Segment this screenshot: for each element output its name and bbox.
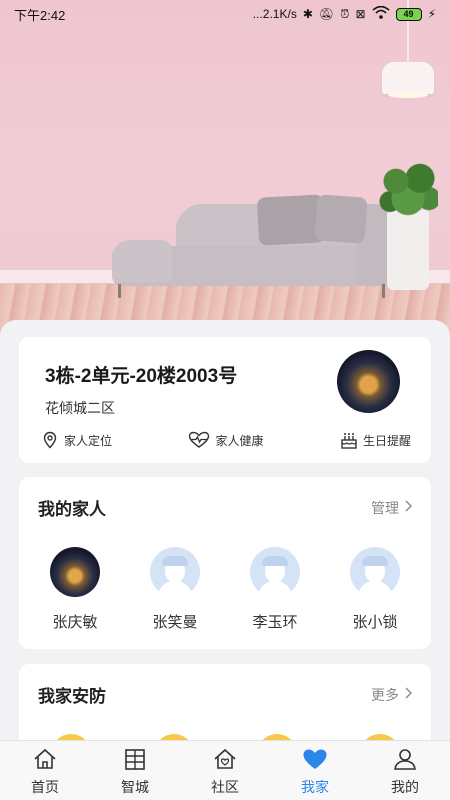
my-family-card: 我的家人 管理 张庆敏 张笑曼 李玉环 张小锁: [19, 477, 431, 649]
heart-icon: [302, 748, 328, 774]
nav-community[interactable]: 社区: [180, 741, 270, 800]
family-health-label: 家人健康: [215, 433, 264, 448]
location-pin-icon: [41, 431, 59, 449]
chevron-right-icon: [405, 687, 412, 703]
no-sim-icon: ⊠: [355, 7, 366, 21]
home-avatar[interactable]: [337, 350, 400, 413]
family-title: 我的家人: [38, 500, 106, 520]
community-house-icon: [213, 748, 237, 774]
nav-label: 社区: [211, 780, 239, 796]
birthday-cake-icon: [340, 431, 358, 449]
lamp-glow: [388, 92, 428, 98]
hero-banner-image: [0, 0, 450, 340]
mute-bell-icon: 🔕︎: [318, 7, 335, 21]
status-time: 下午2:42: [14, 7, 66, 23]
plant-leaves: [378, 158, 438, 216]
wifi-icon: [372, 5, 390, 22]
nav-smart-city[interactable]: 智城: [90, 741, 180, 800]
person-icon: [393, 748, 417, 774]
family-member[interactable]: 李玉环: [225, 547, 325, 632]
bottom-nav: 首页 智城 社区 我家 我的: [0, 740, 450, 800]
community-name: 花倾城二区: [45, 401, 115, 417]
nav-label: 我家: [301, 780, 329, 796]
family-health-button[interactable]: 家人健康: [188, 431, 264, 449]
city-building-icon: [123, 748, 147, 774]
default-avatar-icon: [250, 547, 300, 597]
family-location-label: 家人定位: [64, 433, 113, 448]
manage-label: 管理: [371, 500, 399, 517]
security-header: 我家安防 更多: [38, 682, 412, 707]
nav-home[interactable]: 首页: [0, 741, 90, 800]
battery-icon: 49: [395, 7, 422, 21]
alarm-clock-icon: ⏰︎: [340, 6, 350, 21]
status-icons: ...2.1K/s ✱ 🔕︎ ⏰︎ ⊠ 49 ⚡︎: [252, 5, 436, 22]
home-address-card[interactable]: 3栋-2单元-20楼2003号 花倾城二区 家人定位 家人健康 生日提醒: [19, 337, 431, 463]
birthday-reminder-label: 生日提醒: [362, 433, 411, 448]
member-avatar: [50, 547, 100, 597]
nav-my-home[interactable]: 我家: [270, 741, 360, 800]
nav-label: 智城: [121, 780, 149, 796]
nav-profile[interactable]: 我的: [360, 741, 450, 800]
family-member[interactable]: 张笑曼: [125, 547, 225, 632]
heart-pulse-icon: [188, 431, 210, 449]
status-bar: 下午2:42 ...2.1K/s ✱ 🔕︎ ⏰︎ ⊠ 49 ⚡︎: [0, 0, 450, 28]
birthday-reminder-button[interactable]: 生日提醒: [340, 431, 411, 449]
plant-pot: [387, 210, 429, 290]
nav-label: 首页: [31, 780, 59, 796]
manage-family-link[interactable]: 管理: [371, 498, 412, 518]
member-name: 张庆敏: [52, 613, 98, 631]
home-address: 3栋-2单元-20楼2003号: [45, 366, 238, 387]
security-more-link[interactable]: 更多: [371, 685, 412, 705]
member-name: 李玉环: [252, 613, 298, 631]
default-avatar-icon: [150, 547, 200, 597]
charging-icon: ⚡︎: [427, 7, 436, 21]
sofa-arm-left: [112, 240, 172, 282]
pendant-lamp: [382, 62, 434, 94]
family-member[interactable]: 张庆敏: [25, 547, 125, 632]
family-members: 张庆敏 张笑曼 李玉环 张小锁: [25, 547, 425, 632]
family-member[interactable]: 张小锁: [325, 547, 425, 632]
home-icon: [33, 748, 57, 774]
nav-label: 我的: [391, 780, 419, 796]
family-location-button[interactable]: 家人定位: [41, 431, 112, 449]
sofa-leg: [118, 284, 121, 298]
family-header: 我的家人 管理: [38, 495, 412, 520]
security-title: 我家安防: [38, 687, 106, 707]
network-speed: ...2.1K/s: [252, 7, 297, 21]
member-name: 张笑曼: [152, 613, 198, 631]
cushion: [314, 194, 368, 244]
more-label: 更多: [371, 687, 399, 704]
bluetooth-icon: ✱: [302, 7, 313, 21]
battery-level: 49: [403, 9, 414, 19]
member-name: 张小锁: [352, 613, 398, 631]
default-avatar-icon: [350, 547, 400, 597]
chevron-right-icon: [405, 500, 412, 516]
sofa-leg: [382, 284, 385, 298]
home-actions: 家人定位 家人健康 生日提醒: [41, 431, 411, 449]
